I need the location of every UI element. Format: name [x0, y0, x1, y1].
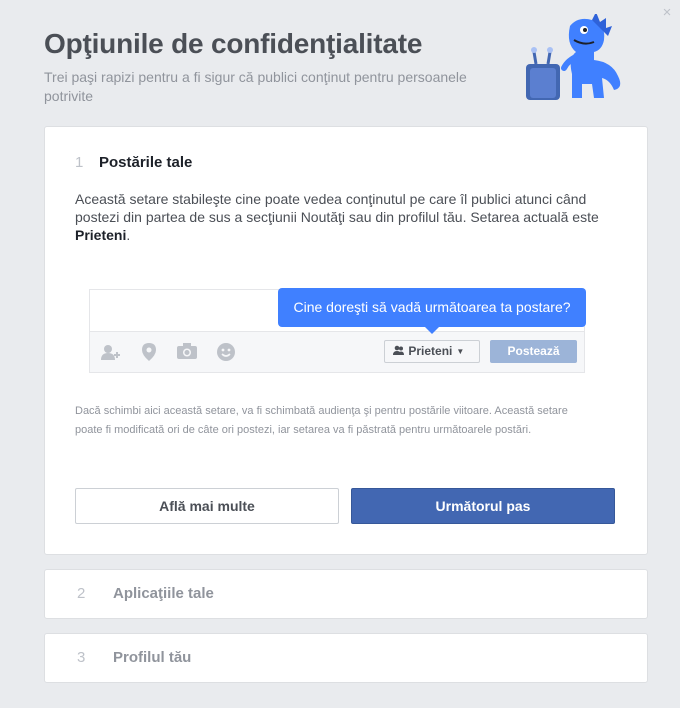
friends-icon [393, 342, 405, 363]
post-button[interactable]: Postează [490, 340, 577, 363]
page-title: Opţiunile de confidenţialitate [44, 28, 423, 59]
close-icon[interactable]: × [660, 5, 674, 20]
dinosaur-mascot-icon [526, 14, 621, 100]
step-card-3[interactable]: 3 Profilul tău [44, 633, 648, 683]
smiley-icon [215, 343, 237, 361]
step-card-1: 1 Postările tale Această setare stabileşt… [44, 126, 648, 555]
composer-toolbar: Prieteni ▼ Postează [90, 331, 584, 372]
step-heading: 3 Profilul tău [77, 649, 191, 666]
description-text: Această setare stabileşte cine poate ved… [75, 191, 599, 225]
tag-friends-icon [100, 343, 122, 361]
camera-icon [176, 343, 198, 361]
step-title: Aplicaţiile tale [113, 585, 214, 602]
audience-label: Prieteni [408, 344, 453, 358]
page-subtitle: Trei paşi rapizi pentru a fi sigur că pu… [44, 69, 467, 104]
step-heading: 2 Aplicaţiile tale [77, 585, 214, 602]
learn-more-button[interactable]: Află mai multe [75, 488, 339, 524]
step-title: Postările tale [99, 154, 193, 171]
dialog-header: Opţiunile de confidenţialitate Trei paşi… [44, 28, 514, 106]
chevron-down-icon: ▼ [456, 347, 465, 356]
audience-selector[interactable]: Prieteni ▼ [384, 340, 480, 363]
step-description: Această setare stabileşte cine poate ved… [75, 190, 620, 244]
current-setting: Prieteni [75, 227, 127, 243]
step-number: 2 [77, 585, 86, 602]
step-heading: 1 Postările tale [75, 154, 192, 171]
next-step-button[interactable]: Următorul pas [351, 488, 615, 524]
description-end: . [126, 227, 131, 243]
composer-tooltip: Cine doreşti să vadă următoarea ta posta… [278, 288, 586, 334]
step-title: Profilul tău [113, 649, 192, 666]
step-card-2[interactable]: 2 Aplicaţiile tale [44, 569, 648, 619]
step-number: 1 [75, 154, 84, 171]
location-pin-icon [138, 343, 160, 361]
step-number: 3 [77, 649, 86, 666]
step-note: Dacă schimbi aici această setare, va fi … [75, 405, 568, 436]
